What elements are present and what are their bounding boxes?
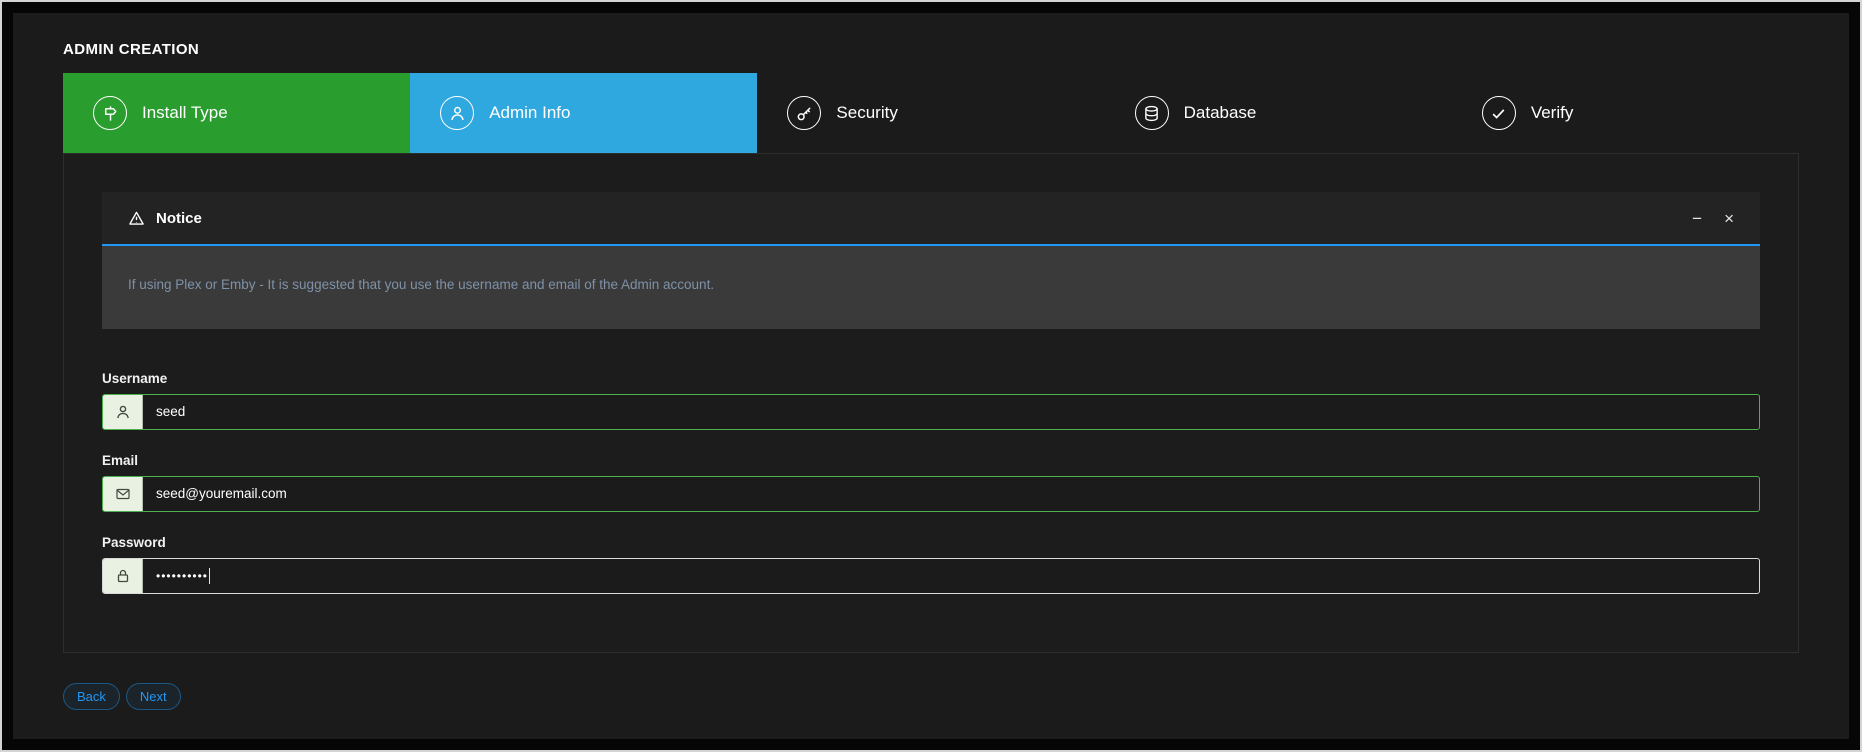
step-label: Admin Info <box>489 103 570 123</box>
next-button[interactable]: Next <box>126 683 181 710</box>
step-admin-info[interactable]: Admin Info <box>410 73 757 153</box>
database-icon <box>1135 96 1169 130</box>
back-button[interactable]: Back <box>63 683 120 710</box>
password-masked-value: •••••••••• <box>156 569 208 583</box>
step-label: Database <box>1184 103 1257 123</box>
notice-minimize-button[interactable]: − <box>1692 210 1702 227</box>
wizard-steps: Install Type Admin Info <box>63 73 1799 153</box>
window-frame: ADMIN CREATION Install Type <box>0 0 1862 752</box>
notice-text: If using Plex or Emby - It is suggested … <box>128 276 1734 295</box>
page-title: ADMIN CREATION <box>63 13 1799 58</box>
email-input-wrap <box>102 476 1760 512</box>
admin-info-panel: Notice − × If using Plex or Emby - It is… <box>63 153 1799 653</box>
step-install-type[interactable]: Install Type <box>63 73 410 153</box>
signpost-icon <box>93 96 127 130</box>
wizard-actions: Back Next <box>63 683 1799 710</box>
setup-wizard-app: ADMIN CREATION Install Type <box>13 13 1849 739</box>
warning-icon <box>128 210 145 227</box>
lock-icon <box>103 559 143 593</box>
notice-body: If using Plex or Emby - It is suggested … <box>102 246 1760 329</box>
username-input-wrap <box>102 394 1760 430</box>
step-label: Verify <box>1531 103 1574 123</box>
notice-title: Notice <box>156 210 202 227</box>
text-caret <box>209 568 210 584</box>
check-icon <box>1482 96 1516 130</box>
email-field-group: Email <box>102 453 1760 512</box>
user-icon <box>103 395 143 429</box>
username-field-group: Username <box>102 371 1760 430</box>
password-input[interactable]: •••••••••• <box>143 559 1759 593</box>
notice-close-button[interactable]: × <box>1724 210 1734 227</box>
username-input[interactable] <box>143 395 1759 429</box>
notice-header: Notice − × <box>102 192 1760 246</box>
step-verify[interactable]: Verify <box>1452 73 1799 153</box>
step-label: Install Type <box>142 103 228 123</box>
password-label: Password <box>102 535 1760 550</box>
password-field-group: Password •••••••••• <box>102 535 1760 594</box>
email-input[interactable] <box>143 477 1759 511</box>
step-label: Security <box>836 103 897 123</box>
step-security[interactable]: Security <box>757 73 1104 153</box>
envelope-icon <box>103 477 143 511</box>
username-label: Username <box>102 371 1760 386</box>
user-icon <box>440 96 474 130</box>
email-label: Email <box>102 453 1760 468</box>
key-icon <box>787 96 821 130</box>
step-database[interactable]: Database <box>1105 73 1452 153</box>
content-area: ADMIN CREATION Install Type <box>13 13 1849 710</box>
password-input-wrap: •••••••••• <box>102 558 1760 594</box>
notice-box: Notice − × If using Plex or Emby - It is… <box>102 192 1760 329</box>
